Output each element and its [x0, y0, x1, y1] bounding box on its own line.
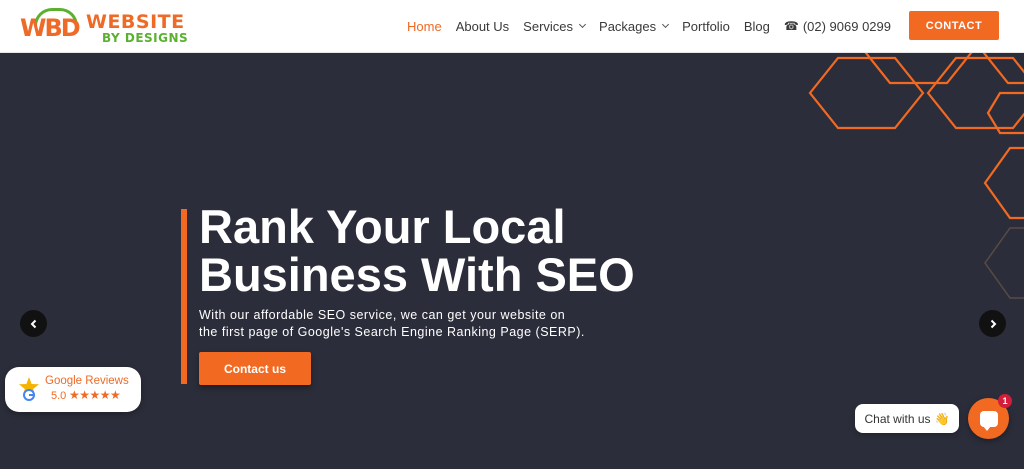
nav-services-label: Services — [523, 18, 574, 34]
site-logo[interactable]: WBD WEBSITE BY DESIGNS — [20, 6, 190, 48]
reviews-score: 5.0 — [51, 390, 67, 402]
nav-portfolio[interactable]: Portfolio — [682, 19, 730, 34]
nav-blog[interactable]: Blog — [744, 19, 770, 34]
nav-home-label: Home — [407, 18, 442, 34]
reviews-stars: ★★★★★ — [69, 388, 121, 402]
chevron-left-icon — [30, 319, 36, 328]
chevron-down-icon — [662, 20, 670, 29]
chat-notification-badge: 1 — [998, 394, 1012, 408]
hero-contact-button[interactable]: Contact us — [199, 352, 311, 385]
hexagon-shape — [808, 56, 925, 130]
hexagon-shape — [983, 146, 1024, 220]
hero-title-line2: Business With SEO — [199, 248, 635, 301]
google-reviews-badge[interactable]: Google Reviews 5.0 ★★★★★ — [5, 367, 141, 412]
nav-about-label: About Us — [455, 18, 510, 34]
slider-next-button[interactable] — [979, 310, 1006, 337]
logo-word-by-designs: BY DESIGNS — [102, 31, 189, 45]
hexagon-shape-faint — [984, 227, 1024, 299]
contact-button[interactable]: CONTACT — [909, 11, 999, 40]
phone-icon: ☎ — [783, 19, 799, 33]
hero-title-line1: Rank Your Local — [199, 200, 566, 253]
logo-mark: WBD — [20, 14, 81, 42]
slider-prev-button[interactable] — [20, 310, 47, 337]
nav-home[interactable]: Home — [407, 19, 442, 34]
nav-blog-label: Blog — [743, 18, 770, 34]
hero-subtitle: With our affordable SEO service, we can … — [199, 307, 639, 341]
nav-portfolio-label: Portfolio — [682, 18, 730, 34]
chat-label: Chat with us — [864, 411, 931, 426]
nav-packages-label: Packages — [599, 18, 657, 34]
phone-link[interactable]: ☎ (02) 9069 0299 — [784, 19, 891, 34]
hero-title: Rank Your Local Business With SEO — [199, 203, 719, 299]
chat-bubble-icon — [979, 410, 998, 431]
hero-subtitle-line1: With our affordable SEO service, we can … — [199, 308, 566, 322]
nav-about-us[interactable]: About Us — [456, 19, 509, 34]
nav-services[interactable]: Services — [523, 18, 587, 34]
chat-prompt[interactable]: Chat with us 👋 — [855, 404, 959, 433]
google-star-icon — [19, 377, 39, 401]
hero-accent-bar — [181, 209, 187, 384]
chevron-down-icon — [578, 20, 587, 29]
site-header: WBD WEBSITE BY DESIGNS Home About Us Ser… — [0, 0, 1024, 53]
hexagon-decoration — [808, 53, 1024, 299]
reviews-title: Google Reviews — [45, 375, 129, 387]
logo-word-website: WEBSITE — [86, 11, 185, 33]
hero-subtitle-line2: the first page of Google's Search Engine… — [199, 325, 585, 339]
wave-icon: 👋 — [934, 411, 950, 426]
main-nav: Home About Us Services Packages Portfoli… — [407, 0, 891, 52]
phone-number: (02) 9069 0299 — [802, 18, 891, 34]
nav-packages[interactable]: Packages — [599, 18, 670, 34]
chevron-right-icon — [990, 319, 996, 328]
